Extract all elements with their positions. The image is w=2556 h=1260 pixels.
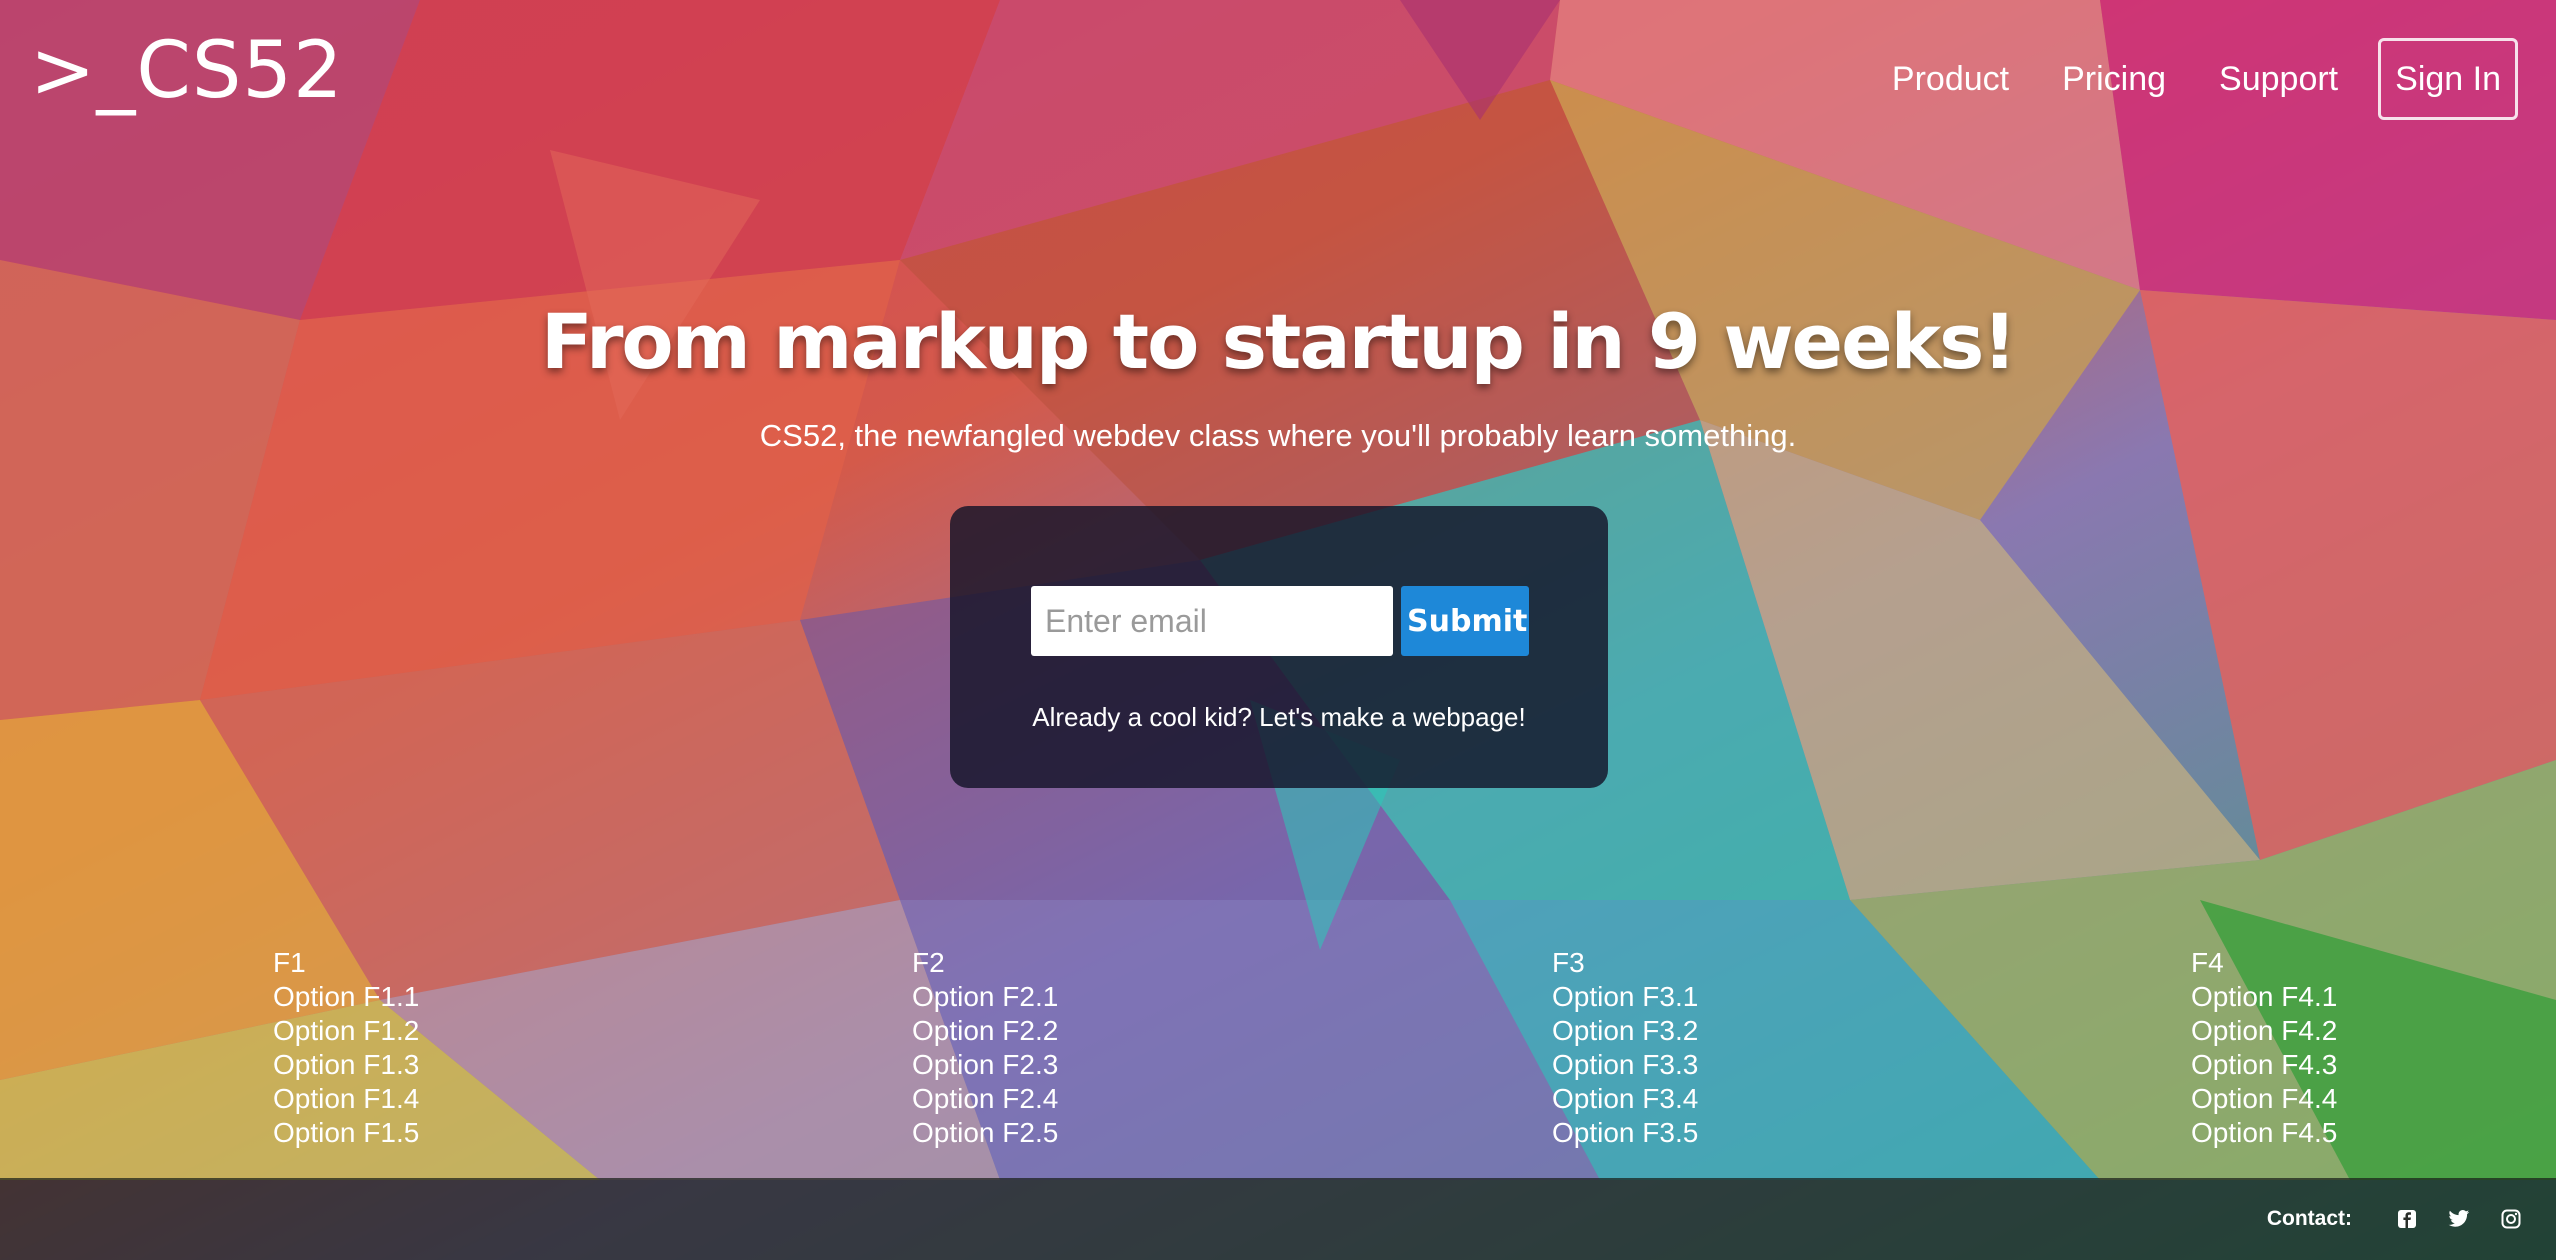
instagram-icon[interactable]: [2496, 1204, 2526, 1234]
footer-column-f1: F1 Option F1.1 Option F1.2 Option F1.3 O…: [273, 946, 419, 1150]
hero-subtitle: CS52, the newfangled webdev class where …: [759, 418, 1797, 453]
footer-option[interactable]: Option F1.5: [273, 1116, 419, 1150]
footer-option[interactable]: Option F3.2: [1552, 1014, 1698, 1048]
hero-title: From markup to startup in 9 weeks!: [540, 297, 2017, 386]
email-input[interactable]: [1031, 586, 1393, 656]
footer-column-heading: F3: [1552, 947, 1585, 978]
footer-option[interactable]: Option F4.2: [2191, 1014, 2337, 1048]
signup-panel: Submit Already a cool kid? Let's make a …: [950, 506, 1608, 788]
facebook-icon[interactable]: [2392, 1204, 2422, 1234]
nav-pricing[interactable]: Pricing: [2062, 59, 2166, 99]
sign-in-button[interactable]: Sign In: [2378, 38, 2518, 120]
footer-option[interactable]: Option F1.3: [273, 1048, 419, 1082]
footer-option[interactable]: Option F4.1: [2191, 980, 2337, 1014]
footer-column-f4: F4 Option F4.1 Option F4.2 Option F4.3 O…: [2191, 946, 2337, 1150]
site-logo[interactable]: >_CS52: [30, 26, 344, 116]
contact-label: Contact:: [2266, 1207, 2352, 1230]
footer-option[interactable]: Option F3.4: [1552, 1082, 1698, 1116]
footer-bar: Contact:: [0, 1178, 2556, 1260]
footer-column-heading: F2: [912, 947, 945, 978]
footer-option[interactable]: Option F3.1: [1552, 980, 1698, 1014]
make-webpage-link[interactable]: Already a cool kid? Let's make a webpage…: [950, 700, 1608, 734]
footer-option[interactable]: Option F3.3: [1552, 1048, 1698, 1082]
footer-option[interactable]: Option F2.3: [912, 1048, 1058, 1082]
footer-column-f3: F3 Option F3.1 Option F3.2 Option F3.3 O…: [1552, 946, 1698, 1150]
footer-option[interactable]: Option F2.2: [912, 1014, 1058, 1048]
footer-column-heading: F4: [2191, 947, 2224, 978]
contact-area: Contact:: [2267, 1178, 2526, 1260]
footer-option[interactable]: Option F1.4: [273, 1082, 419, 1116]
footer-option[interactable]: Option F1.2: [273, 1014, 419, 1048]
footer-option[interactable]: Option F1.1: [273, 980, 419, 1014]
footer-column-heading: F1: [273, 947, 306, 978]
submit-button[interactable]: Submit: [1401, 586, 1529, 656]
footer-option[interactable]: Option F4.3: [2191, 1048, 2337, 1082]
twitter-icon[interactable]: [2444, 1204, 2474, 1234]
footer-option[interactable]: Option F2.4: [912, 1082, 1058, 1116]
footer-option[interactable]: Option F2.5: [912, 1116, 1058, 1150]
footer-option[interactable]: Option F2.1: [912, 980, 1058, 1014]
footer-option[interactable]: Option F3.5: [1552, 1116, 1698, 1150]
footer-column-f2: F2 Option F2.1 Option F2.2 Option F2.3 O…: [912, 946, 1058, 1150]
footer-option[interactable]: Option F4.4: [2191, 1082, 2337, 1116]
nav-product[interactable]: Product: [1892, 59, 2009, 99]
main-nav: Product Pricing Support Sign In: [1839, 38, 2518, 120]
nav-support[interactable]: Support: [2219, 59, 2338, 99]
footer-option[interactable]: Option F4.5: [2191, 1116, 2337, 1150]
